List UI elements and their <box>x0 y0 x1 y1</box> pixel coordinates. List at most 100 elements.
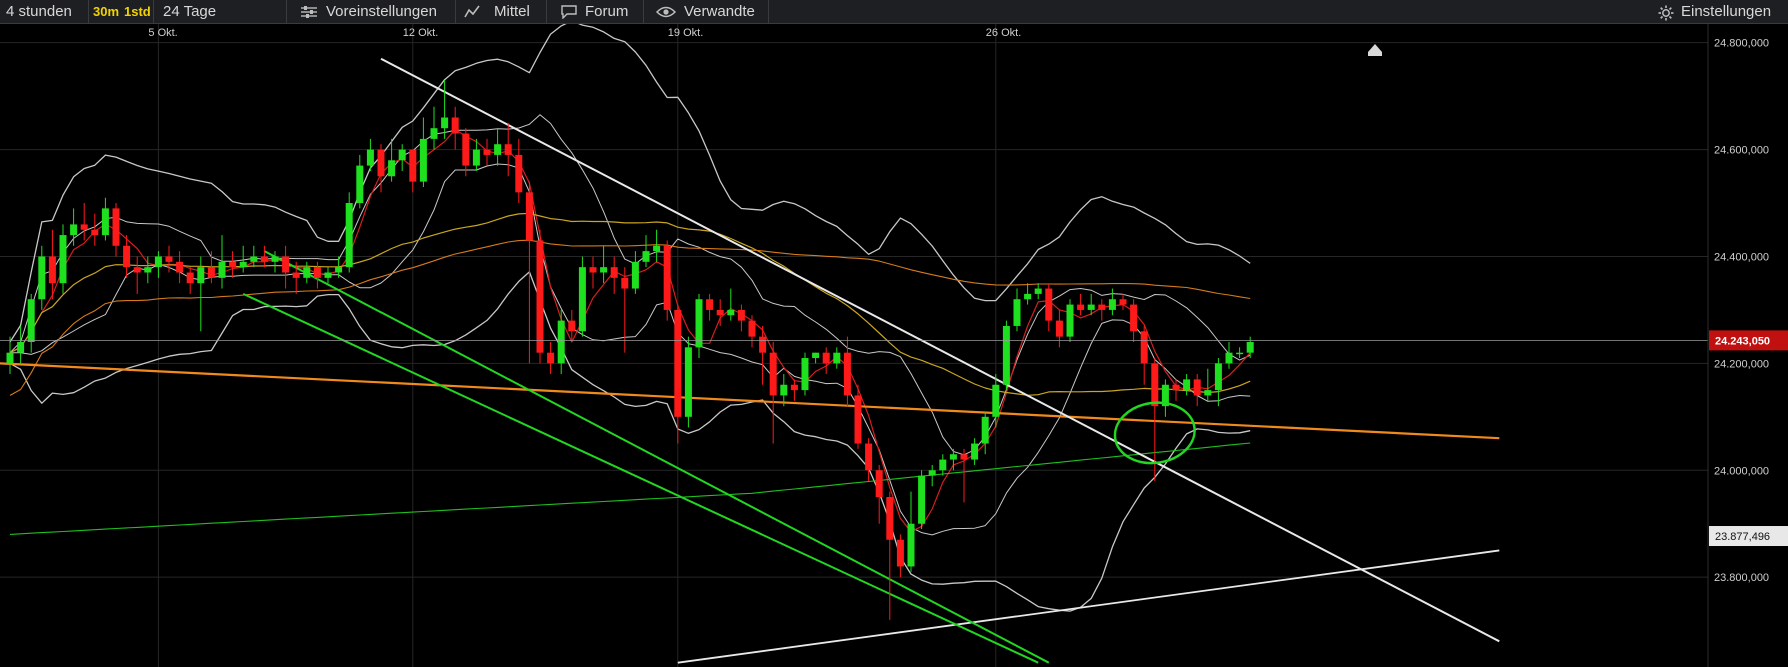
toolbar-separator <box>768 0 769 23</box>
candle <box>960 448 968 503</box>
inner-band-upper-line <box>9 114 1251 456</box>
candle-body <box>600 267 608 273</box>
period-select[interactable]: 24 Tage <box>163 0 216 23</box>
candle <box>1140 325 1148 385</box>
candle <box>1013 288 1021 332</box>
candle-body <box>939 459 947 471</box>
candle <box>578 256 586 337</box>
candle-body <box>610 267 618 278</box>
candle-body <box>17 341 25 353</box>
candle <box>17 325 25 364</box>
candle-body <box>377 149 385 177</box>
presets-button[interactable]: Voreinstellungen <box>326 0 437 23</box>
candle-body <box>971 443 979 460</box>
candle-body <box>1013 299 1021 326</box>
candle-body <box>769 352 777 396</box>
candlestick-chart[interactable]: 5 Okt. 12 Okt. 19 Okt. 26 Okt. 24.800,00024… <box>0 24 1788 667</box>
candle-body <box>1045 288 1053 321</box>
sliders-icon[interactable] <box>300 0 318 23</box>
candle-body <box>759 336 767 353</box>
candle-body <box>780 384 788 396</box>
candle-body <box>1183 379 1191 391</box>
settings-button[interactable]: Einstellungen <box>1681 0 1771 23</box>
candle-body <box>324 272 332 278</box>
candle-body <box>822 352 830 364</box>
x-tick-label: 5 Okt. <box>148 27 177 39</box>
candle-body <box>1236 352 1244 355</box>
candle <box>324 267 332 284</box>
chat-bubble-icon[interactable] <box>560 0 578 23</box>
candle-body <box>441 117 449 129</box>
candle-body <box>345 203 353 268</box>
candle <box>875 464 883 524</box>
candle <box>462 128 470 177</box>
candle-body <box>992 384 1000 417</box>
candle-body <box>292 272 300 278</box>
candle <box>430 106 438 150</box>
candle-body <box>928 470 936 476</box>
candle <box>451 106 459 150</box>
candle <box>154 251 162 278</box>
y-tick-label: 24.000,000 <box>1714 465 1769 477</box>
candle-body <box>1172 384 1180 391</box>
candle <box>1002 320 1010 391</box>
candle <box>1024 283 1032 305</box>
candle-body <box>207 267 215 278</box>
candle <box>918 470 926 530</box>
candle <box>896 534 904 578</box>
candle-body <box>1204 390 1212 396</box>
candle <box>80 203 88 241</box>
candle <box>197 256 205 332</box>
candle-body <box>1055 320 1063 337</box>
candle-body <box>239 261 247 268</box>
y-tick-label: 24.600,000 <box>1714 145 1769 157</box>
candle-body <box>875 470 883 497</box>
candle-body <box>398 149 406 161</box>
candle-body <box>1034 288 1042 294</box>
arrow-up-icon <box>1368 44 1382 52</box>
candle-body <box>494 144 502 155</box>
eye-icon[interactable] <box>656 0 676 23</box>
candle-body <box>303 267 311 278</box>
candle-body <box>631 261 639 289</box>
indicator-button[interactable]: Mittel <box>494 0 530 23</box>
candle-body <box>589 267 597 273</box>
candle <box>398 144 406 171</box>
candle <box>557 309 565 375</box>
candle-body <box>144 267 152 273</box>
candle-body <box>218 261 226 278</box>
candle-body <box>578 267 586 332</box>
candle-body <box>547 352 555 364</box>
candle <box>303 261 311 284</box>
candles <box>6 80 1254 620</box>
candle <box>748 315 756 348</box>
candle-body <box>112 208 120 246</box>
candle-body <box>621 277 629 289</box>
indicator-lines <box>9 24 1251 612</box>
candle <box>971 438 979 465</box>
gear-icon[interactable] <box>1657 0 1675 23</box>
forum-button[interactable]: Forum <box>585 0 628 23</box>
candle <box>886 491 894 620</box>
candle-body <box>515 154 523 193</box>
candle <box>653 229 661 262</box>
interval-1std-button[interactable]: 1std <box>124 0 151 23</box>
range-select[interactable]: 4 stunden <box>6 0 72 23</box>
x-axis: 5 Okt. 12 Okt. 19 Okt. 26 Okt. <box>148 27 1021 39</box>
candle <box>38 245 46 310</box>
candle <box>112 203 120 257</box>
related-button[interactable]: Verwandte <box>684 0 755 23</box>
candle-body <box>409 149 417 182</box>
candle <box>1066 299 1074 342</box>
candle-body <box>27 299 35 342</box>
candle <box>1193 374 1201 407</box>
indicator-icon[interactable] <box>464 0 480 23</box>
medium-moving-average-line <box>9 212 1251 396</box>
long-moving-average-line <box>9 442 1251 535</box>
interval-30m-button[interactable]: 30m <box>93 0 119 23</box>
candle-body <box>1151 363 1159 407</box>
candle-body <box>1098 304 1106 310</box>
candle-body <box>843 352 851 396</box>
candle-body <box>123 245 131 268</box>
candle-body <box>282 256 290 273</box>
